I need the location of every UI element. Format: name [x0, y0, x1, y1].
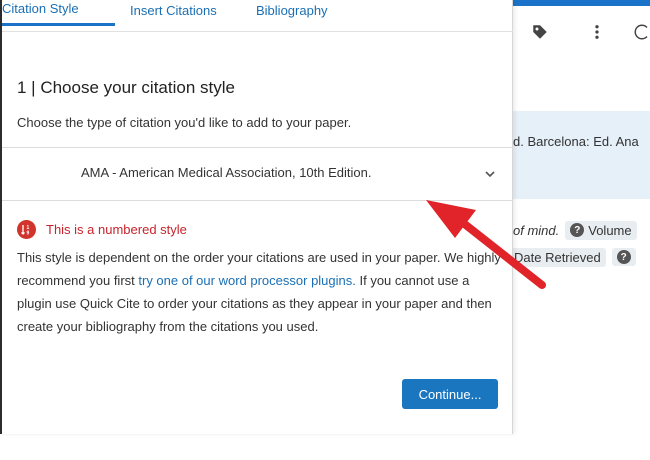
- continue-button[interactable]: Continue...: [402, 379, 498, 409]
- numbered-list-icon: 19: [17, 219, 36, 239]
- numbered-style-notice-header: 19 This is a numbered style: [17, 219, 187, 239]
- word-processor-plugins-link[interactable]: try one of our word processor plugins.: [138, 273, 356, 288]
- date-retrieved-chip-label: Date Retrieved: [514, 249, 601, 265]
- step-description: Choose the type of citation you'd like t…: [17, 115, 352, 130]
- help-icon: ?: [570, 223, 585, 237]
- citation-style-select[interactable]: AMA - American Medical Association, 10th…: [0, 147, 513, 201]
- background-reference-text: d. Barcelona: Ed. Ana: [513, 134, 639, 149]
- notice-title: This is a numbered style: [46, 221, 187, 237]
- volume-chip[interactable]: ? Volume: [565, 220, 637, 240]
- more-vert-icon[interactable]: [583, 18, 611, 46]
- date-retrieved-chip[interactable]: Date Retrieved: [509, 247, 606, 267]
- tab-insert-citations[interactable]: Insert Citations: [130, 0, 217, 26]
- help-chip[interactable]: ?: [611, 248, 636, 266]
- notice-body: This style is dependent on the order you…: [17, 246, 505, 338]
- background-highlight-strip: [513, 111, 650, 199]
- tab-bibliography[interactable]: Bibliography: [256, 0, 328, 26]
- tag-icon[interactable]: [526, 18, 554, 46]
- background-top-bar: [513, 0, 650, 6]
- step-title: 1 | Choose your citation style: [17, 78, 235, 97]
- background-reference-row: of mind. ? Volume: [513, 219, 650, 241]
- partial-icon[interactable]: [627, 18, 650, 46]
- citation-panel: Citation Style Insert Citations Bibliogr…: [0, 0, 513, 434]
- svg-text:9: 9: [27, 230, 30, 236]
- background-italic-text: of mind.: [513, 222, 560, 238]
- help-icon: ?: [616, 250, 631, 264]
- window-left-edge: [0, 0, 2, 434]
- volume-chip-label: Volume: [588, 222, 632, 238]
- background-reference-row-2: Date Retrieved ?: [509, 246, 650, 268]
- citation-style-value: AMA - American Medical Association, 10th…: [81, 165, 372, 180]
- chevron-down-icon: [482, 166, 498, 182]
- tab-citation-style[interactable]: Citation Style: [0, 0, 115, 26]
- background-toolbar: [513, 10, 650, 54]
- citation-tabs: Citation Style Insert Citations Bibliogr…: [0, 0, 513, 32]
